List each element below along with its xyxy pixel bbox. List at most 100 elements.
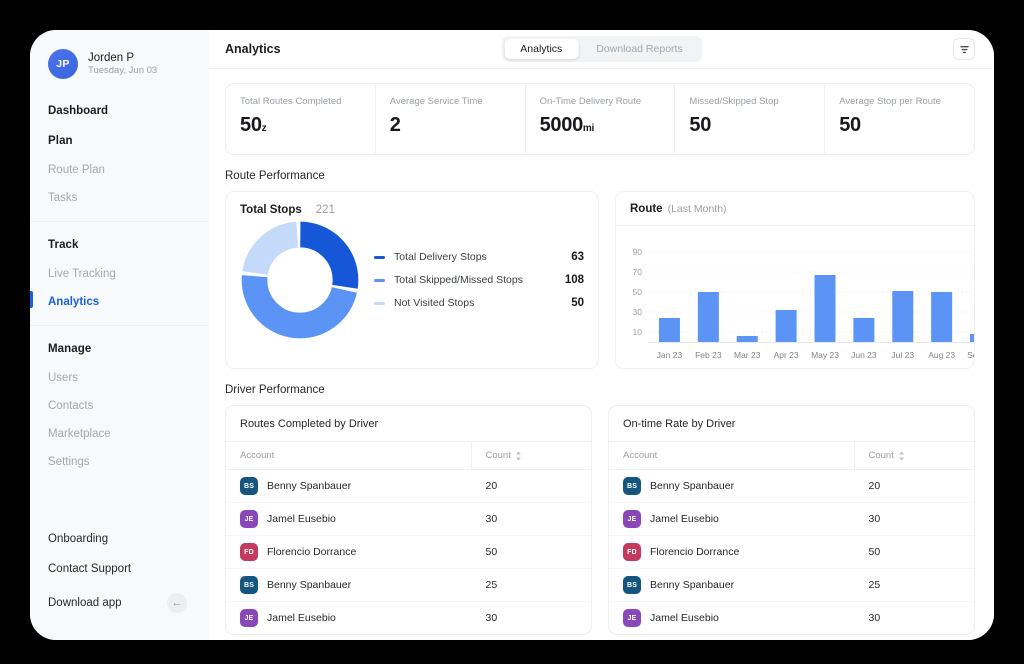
- table-row[interactable]: JE Jamel Eusebio 30: [609, 602, 974, 635]
- sidebar-group-plan: Plan Route Plan Tasks: [30, 129, 209, 221]
- table-row[interactable]: JE Jamel Eusebio 30: [609, 502, 974, 536]
- legend-swatch-icon: [374, 301, 385, 305]
- driver-name: Jamel Eusebio: [267, 513, 336, 525]
- sidebar-item-live-tracking[interactable]: Live Tracking: [30, 260, 209, 288]
- driver-name: Benny Spanbauer: [650, 480, 735, 492]
- avatar: JE: [623, 510, 641, 528]
- bar: [892, 291, 914, 342]
- sidebar-group-track: Track Live Tracking Analytics: [30, 221, 209, 325]
- column-label: Account: [623, 450, 658, 461]
- avatar: BS: [623, 477, 641, 495]
- avatar: BS: [240, 576, 258, 594]
- column-header-count[interactable]: Count: [470, 442, 591, 470]
- sidebar-item-contacts[interactable]: Contacts: [30, 392, 209, 420]
- cell-count: 30: [868, 612, 881, 624]
- table-row[interactable]: FD Florencio Dorrance 50: [226, 535, 591, 569]
- sidebar-footer-onboarding[interactable]: Onboarding: [30, 524, 209, 554]
- sidebar-heading-plan: Plan: [48, 135, 73, 147]
- kpi-unit: mi: [582, 123, 594, 134]
- sort-icon[interactable]: [898, 451, 905, 461]
- cell-account: BS Benny Spanbauer: [609, 568, 854, 602]
- table-row[interactable]: JE Jamel Eusebio 30: [226, 602, 591, 635]
- route-chart-subtitle: (Last Month): [667, 203, 727, 215]
- sidebar-nav: Dashboard Plan Route Plan Tasks Track Live T…: [30, 95, 209, 640]
- table-row[interactable]: BS Benny Spanbauer 20: [609, 469, 974, 503]
- driver-name: Benny Spanbauer: [650, 579, 735, 591]
- bar: [736, 336, 758, 342]
- legend-value: 108: [564, 274, 584, 286]
- tab-analytics[interactable]: Analytics: [504, 39, 579, 59]
- avatar: JE: [240, 510, 258, 528]
- table-header-row: Account Count: [609, 442, 974, 470]
- kpi-value: 50z: [240, 114, 267, 136]
- kpi-row: Total Routes Completed 50z Average Service…: [225, 83, 975, 155]
- table-row[interactable]: FD Florencio Dorrance 50: [609, 535, 974, 569]
- avatar: JE: [240, 609, 258, 627]
- bar-chart: 10 30 50 70 90 Jan 23 Feb 23 Mar 23 Apr 23 May 23…: [633, 247, 974, 360]
- cell-count: 30: [471, 502, 591, 536]
- table-row[interactable]: BS Benny Spanbauer 20: [226, 469, 591, 503]
- cell-account: JE Jamel Eusebio: [226, 502, 471, 536]
- cell-account: JE Jamel Eusebio: [609, 502, 854, 536]
- sidebar-heading-track: Track: [48, 239, 79, 251]
- legend-item: Total Delivery Stops 63: [374, 251, 584, 263]
- x-axis-tick: Jan 23: [657, 350, 683, 360]
- kpi-label: Missed/Skipped Stop: [689, 96, 779, 107]
- donut-chart: [241, 221, 359, 339]
- sidebar-item-route-plan[interactable]: Route Plan: [30, 156, 209, 184]
- legend-swatch-icon: [374, 278, 385, 282]
- x-axis-tick: Apr 23: [774, 350, 799, 360]
- sidebar-item-tasks[interactable]: Tasks: [30, 184, 209, 212]
- cell-count: 50: [471, 535, 591, 569]
- avatar: FD: [623, 543, 641, 561]
- sidebar-item-settings[interactable]: Settings: [30, 448, 209, 476]
- table-title: On-time Rate by Driver: [609, 406, 974, 442]
- driver-name: Jamel Eusebio: [650, 612, 719, 624]
- sidebar-item-users[interactable]: Users: [30, 364, 209, 392]
- column-header-account: Account: [609, 442, 854, 470]
- cell-count: 20: [471, 469, 591, 503]
- y-axis-tick: 30: [633, 307, 643, 317]
- kpi-label: On-Time Delivery Route: [539, 96, 642, 107]
- driver-tables-row: Routes Completed by Driver Account Count BS…: [225, 405, 975, 635]
- profile-date: Tuesday, Jun 03: [88, 65, 158, 76]
- avatar: JP: [48, 49, 78, 79]
- sidebar-footer-contact-support[interactable]: Contact Support: [30, 554, 209, 584]
- bar: [814, 275, 836, 342]
- table-row[interactable]: JE Jamel Eusebio 30: [226, 502, 591, 536]
- kpi-card: On-Time Delivery Route 5000mi: [526, 84, 676, 154]
- page-title: Analytics: [225, 42, 281, 56]
- avatar: BS: [623, 576, 641, 594]
- avatar: BS: [240, 477, 258, 495]
- collapse-sidebar-icon[interactable]: ←: [167, 593, 187, 613]
- section-driver-performance: Driver Performance: [225, 384, 325, 396]
- driver-name: Benny Spanbauer: [267, 480, 352, 492]
- user-profile[interactable]: JP Jorden P Tuesday, Jun 03: [30, 30, 209, 95]
- cell-count: 50: [854, 535, 974, 569]
- kpi-label: Average Stop per Route: [839, 96, 941, 107]
- sidebar-footer-download-app[interactable]: Download app ←: [30, 584, 209, 622]
- sidebar-item-dashboard[interactable]: Dashboard: [30, 95, 209, 129]
- column-header-account: Account: [226, 442, 471, 470]
- legend-value: 50: [571, 297, 584, 309]
- cell-count: 25: [471, 568, 591, 602]
- content-area: Total Routes Completed 50z Average Service…: [209, 69, 994, 640]
- cell-count: 25: [854, 568, 974, 602]
- cell-account: JE Jamel Eusebio: [226, 602, 471, 635]
- x-axis-tick: Feb 23: [695, 350, 722, 360]
- tab-download-reports[interactable]: Download Reports: [580, 39, 698, 59]
- table-row[interactable]: BS Benny Spanbauer 25: [609, 568, 974, 602]
- x-axis-tick: Aug 23: [928, 350, 955, 360]
- table-row[interactable]: BS Benny Spanbauer 25: [226, 568, 591, 602]
- column-header-count[interactable]: Count: [853, 442, 974, 470]
- view-toggle: Analytics Download Reports: [501, 36, 702, 62]
- bar: [853, 318, 875, 342]
- bar-chart-area: 10 30 50 70 90 Jan 23 Feb 23 Mar 23 Apr 23 May 23…: [616, 226, 974, 368]
- column-label: Count: [485, 450, 511, 461]
- filter-button[interactable]: [953, 38, 975, 60]
- sidebar-item-analytics[interactable]: Analytics: [30, 288, 209, 316]
- sidebar-item-marketplace[interactable]: Marketplace: [30, 420, 209, 448]
- driver-table: Account Count BS Benny Spanbauer 20 JE Jamel E…: [609, 442, 974, 634]
- legend-label: Not Visited Stops: [394, 297, 475, 309]
- sort-icon[interactable]: [515, 451, 522, 461]
